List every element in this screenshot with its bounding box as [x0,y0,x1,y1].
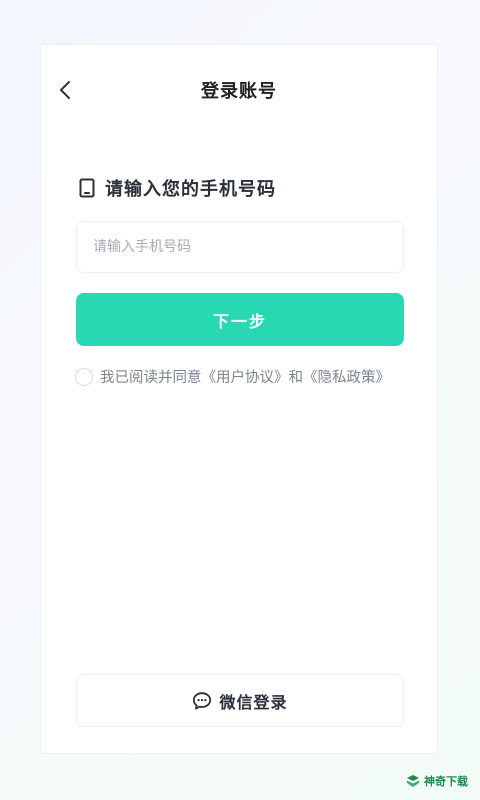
watermark-text: 神奇下载 [424,775,468,788]
phone-section-heading: 请输入您的手机号码 [79,175,276,201]
section-title: 请输入您的手机号码 [105,179,276,200]
agreement-text: 我已阅读并同意《用户协议》和《隐私政策》 [100,366,390,387]
privacy-policy-link[interactable]: 《隐私政策》 [303,370,390,386]
phone-input[interactable] [76,221,404,273]
agreement-row: 我已阅读并同意《用户协议》和《隐私政策》 [75,366,390,387]
watermark-logo [406,774,420,788]
watermark: 神奇下载 [406,773,468,789]
login-card: 登录账号 请输入您的手机号码 下一步 我已阅读并同意《用户协议》和《隐私政策》 … [40,44,438,754]
mobile-phone-icon [79,178,95,198]
agreement-checkbox[interactable] [75,367,93,386]
wechat-login-label: 微信登录 [219,692,288,712]
page-title: 登录账号 [201,81,277,102]
agreement-prefix: 我已阅读并同意 [100,370,202,386]
next-button[interactable]: 下一步 [76,293,404,346]
agreement-and: 和 [288,370,304,386]
user-agreement-link[interactable]: 《用户协议》 [202,370,289,386]
wechat-login-button[interactable]: 微信登录 [76,674,404,727]
chat-bubble-icon [192,691,212,711]
